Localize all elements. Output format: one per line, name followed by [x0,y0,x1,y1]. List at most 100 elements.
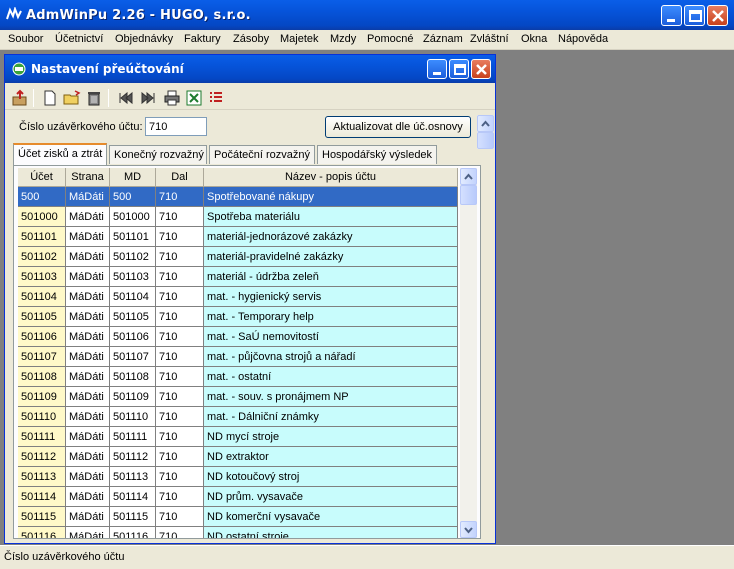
cell-strana[interactable]: MáDáti [66,527,110,538]
last-record-icon[interactable] [139,89,157,107]
cell-dal[interactable]: 710 [156,187,204,207]
cell-ucet[interactable]: 501101 [18,227,66,247]
table-row[interactable]: 501105 MáDáti 501105 710 mat. - Temporary he… [18,307,458,327]
menu-zaznam[interactable]: Záznam [423,33,463,45]
cell-strana[interactable]: MáDáti [66,267,110,287]
cell-strana[interactable]: MáDáti [66,307,110,327]
cell-nazev[interactable]: mat. - souv. s pronájmem NP [204,387,458,407]
child-close-button[interactable] [471,59,491,79]
cell-nazev[interactable]: ND komerční vysavače [204,507,458,527]
cell-md[interactable]: 501111 [110,427,156,447]
tab-ucet-zisku-a-ztrat[interactable]: Účet zisků a ztrát [13,143,107,166]
table-row[interactable]: 501115 MáDáti 501115 710 ND komerční vysavač… [18,507,458,527]
cell-dal[interactable]: 710 [156,427,204,447]
menu-zvlastni[interactable]: Zvláštní [470,33,509,45]
cell-ucet[interactable]: 501106 [18,327,66,347]
cell-md[interactable]: 500 [110,187,156,207]
cell-strana[interactable]: MáDáti [66,327,110,347]
cell-nazev[interactable]: materiál-pravidelné zakázky [204,247,458,267]
cell-strana[interactable]: MáDáti [66,427,110,447]
cell-nazev[interactable]: mat. - Dálniční známky [204,407,458,427]
cell-nazev[interactable]: mat. - ostatní [204,367,458,387]
cell-dal[interactable]: 710 [156,307,204,327]
cell-strana[interactable]: MáDáti [66,207,110,227]
cell-md[interactable]: 501101 [110,227,156,247]
cell-ucet[interactable]: 501110 [18,407,66,427]
cell-ucet[interactable]: 501108 [18,367,66,387]
table-row[interactable]: 501104 MáDáti 501104 710 mat. - hygienický s… [18,287,458,307]
cell-ucet[interactable]: 501112 [18,447,66,467]
cell-md[interactable]: 501104 [110,287,156,307]
cell-strana[interactable]: MáDáti [66,467,110,487]
form-scrollbar[interactable] [477,115,494,149]
table-row[interactable]: 501107 MáDáti 501107 710 mat. - půjčovna str… [18,347,458,367]
close-button[interactable] [707,5,728,26]
table-row[interactable]: 501110 MáDáti 501110 710 mat. - Dálniční zná… [18,407,458,427]
cell-dal[interactable]: 710 [156,447,204,467]
menu-napoveda[interactable]: Nápověda [558,33,608,45]
cell-strana[interactable]: MáDáti [66,287,110,307]
cell-dal[interactable]: 710 [156,487,204,507]
scroll-thumb[interactable] [477,132,494,149]
closing-account-input[interactable] [145,117,207,136]
print-icon[interactable] [163,89,181,107]
table-row[interactable]: 501103 MáDáti 501103 710 materiál - údržba z… [18,267,458,287]
cell-md[interactable]: 501114 [110,487,156,507]
menu-ucetnictvi[interactable]: Účetnictví [55,33,103,45]
table-row[interactable]: 501113 MáDáti 501113 710 ND kotoučový stroj [18,467,458,487]
cell-dal[interactable]: 710 [156,207,204,227]
cell-nazev[interactable]: mat. - hygienický servis [204,287,458,307]
table-row[interactable]: 501000 MáDáti 501000 710 Spotřeba materiálu [18,207,458,227]
cell-nazev[interactable]: Spotřebované nákupy [204,187,458,207]
cell-nazev[interactable]: ND kotoučový stroj [204,467,458,487]
minimize-button[interactable] [661,5,682,26]
cell-nazev[interactable]: mat. - SaÚ nemovitostí [204,327,458,347]
cell-ucet[interactable]: 501102 [18,247,66,267]
cell-md[interactable]: 501108 [110,367,156,387]
cell-strana[interactable]: MáDáti [66,407,110,427]
update-by-chart-button[interactable]: Aktualizovat dle úč.osnovy [325,116,471,138]
cell-md[interactable]: 501102 [110,247,156,267]
cell-nazev[interactable]: ND ostatní stroje [204,527,458,538]
tab-hospodarsky-vysledek[interactable]: Hospodářský výsledek [317,145,437,164]
cell-md[interactable]: 501000 [110,207,156,227]
table-row[interactable]: 501116 MáDáti 501116 710 ND ostatní stroje [18,527,458,538]
cell-dal[interactable]: 710 [156,507,204,527]
table-row[interactable]: 501112 MáDáti 501112 710 ND extraktor [18,447,458,467]
cell-dal[interactable]: 710 [156,347,204,367]
table-row[interactable]: 501108 MáDáti 501108 710 mat. - ostatní [18,367,458,387]
trash-icon[interactable] [85,89,103,107]
cell-md[interactable]: 501105 [110,307,156,327]
cell-ucet[interactable]: 501116 [18,527,66,538]
cell-dal[interactable]: 710 [156,287,204,307]
table-row[interactable]: 501101 MáDáti 501101 710 materiál-jednorázov… [18,227,458,247]
cell-md[interactable]: 501113 [110,467,156,487]
cell-dal[interactable]: 710 [156,407,204,427]
cell-strana[interactable]: MáDáti [66,347,110,367]
table-row[interactable]: 501111 MáDáti 501111 710 ND mycí stroje [18,427,458,447]
child-minimize-button[interactable] [427,59,447,79]
cell-ucet[interactable]: 501114 [18,487,66,507]
column-header-md[interactable]: MD [110,168,156,187]
menu-majetek[interactable]: Majetek [280,33,319,45]
list-icon[interactable] [207,89,225,107]
cell-md[interactable]: 501109 [110,387,156,407]
table-row[interactable]: 501106 MáDáti 501106 710 mat. - SaÚ nemovito… [18,327,458,347]
cell-dal[interactable]: 710 [156,527,204,538]
first-record-icon[interactable] [117,89,135,107]
cell-ucet[interactable]: 501107 [18,347,66,367]
cell-dal[interactable]: 710 [156,367,204,387]
cell-ucet[interactable]: 501115 [18,507,66,527]
cell-dal[interactable]: 710 [156,227,204,247]
cell-strana[interactable]: MáDáti [66,247,110,267]
cell-strana[interactable]: MáDáti [66,227,110,247]
grid-scroll-down-button[interactable] [460,521,477,538]
excel-export-icon[interactable] [185,89,203,107]
child-maximize-button[interactable] [449,59,469,79]
cell-nazev[interactable]: materiál - údržba zeleň [204,267,458,287]
cell-ucet[interactable]: 501105 [18,307,66,327]
cell-ucet[interactable]: 501000 [18,207,66,227]
cell-nazev[interactable]: mat. - půjčovna strojů a nářadí [204,347,458,367]
table-row[interactable]: 501102 MáDáti 501102 710 materiál-pravidelné… [18,247,458,267]
cell-ucet[interactable]: 501103 [18,267,66,287]
